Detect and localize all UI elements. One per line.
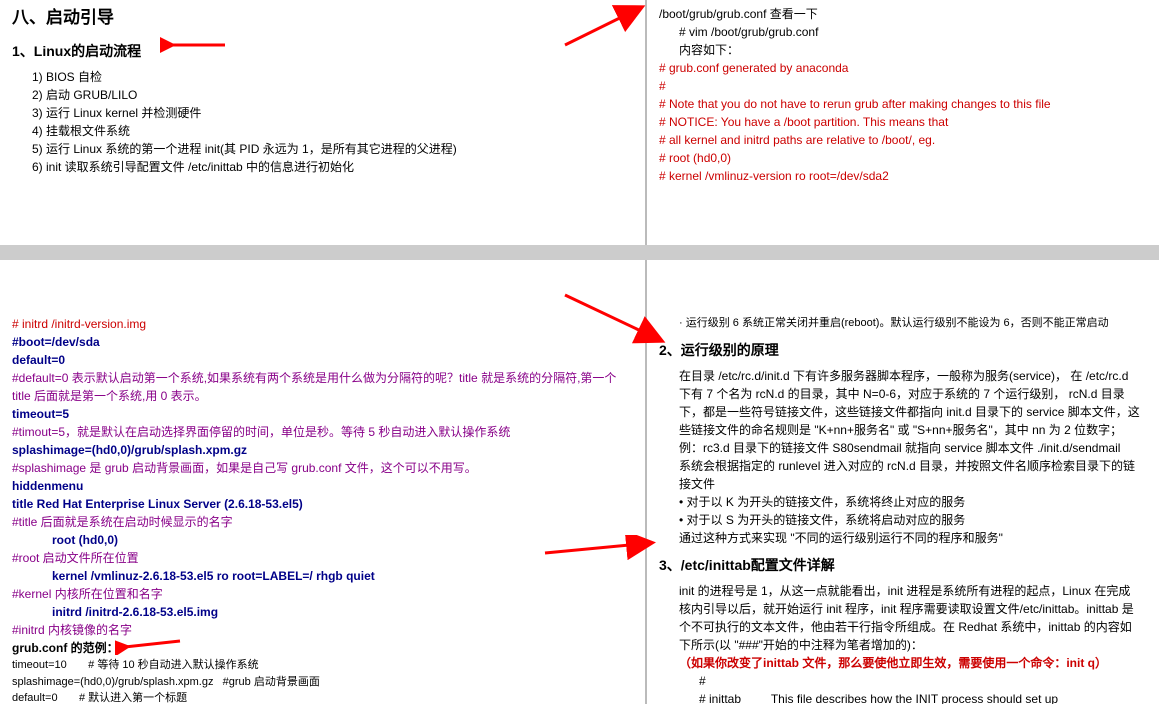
q3-b3: timeout=5 (12, 405, 633, 423)
q3-ex1a: timeout=10 (12, 659, 67, 671)
q3-b10: grub.conf 的范例： (12, 639, 633, 657)
subsection-2: 2、运行级别的原理 (659, 340, 1140, 361)
q3-p2: #timout=5，就是默认在启动选择界面停留的时间，单位是秒。等待 5 秒自动… (12, 423, 633, 441)
q2-line-3: 内容如下： (659, 41, 1140, 59)
q3-p5: #root 启动文件所在位置 (12, 549, 633, 567)
q4-bul2: 对于以 S 为开头的链接文件，系统将启动对应的服务 (659, 511, 1140, 529)
q3-ex3: default=0 # 默认进入第一个标题 (12, 690, 633, 704)
q2-red-1: # grub.conf generated by anaconda (659, 59, 1140, 77)
subsection-1: 1、Linux的启动流程 (12, 41, 633, 62)
q3-ex1: timeout=10 # 等待 10 秒自动进入默认操作系统 (12, 657, 633, 674)
q3-b2: default=0 (12, 351, 633, 369)
q2-line-2: # vim /boot/grub/grub.conf (659, 23, 1140, 41)
step-4: 4) 挂载根文件系统 (32, 122, 633, 140)
quadrant-top-left: 八、启动引导 1、Linux的启动流程 1) BIOS 自检 2) 启动 GRU… (0, 0, 645, 245)
page-divider-horizontal (0, 245, 1159, 260)
step-3: 3) 运行 Linux kernel 并检测硬件 (32, 104, 633, 122)
q3-b9: initrd /initrd-2.6.18-53.el5.img (12, 603, 633, 621)
step-6: 6) init 读取系统引导配置文件 /etc/inittab 中的信息进行初始… (32, 158, 633, 176)
q3-ex3b: # 默认进入第一个标题 (79, 692, 187, 704)
q3-b8: kernel /vmlinuz-2.6.18-53.el5 ro root=LA… (12, 567, 633, 585)
q3-b7: root (hd0,0) (12, 531, 633, 549)
q4-bul1: 对于以 K 为开头的链接文件，系统将终止对应的服务 (659, 493, 1140, 511)
q3-p6: #kernel 内核所在位置和名字 (12, 585, 633, 603)
q4-para4: 通过这种方式来实现 "不同的运行级别运行不同的程序和服务" (659, 529, 1140, 547)
q4-para5: init 的进程号是 1，从这一点就能看出，init 进程是系统所有进程的起点，… (659, 582, 1140, 654)
q4-i2b: This file describes how the INIT process… (771, 692, 1058, 704)
q4-i2a: # inittab (699, 692, 741, 704)
quadrant-bottom-right: · 运行级别 6 系统正常关闭并重启(reboot)。默认运行级别不能设为 6，… (647, 310, 1152, 704)
q3-p1: #default=0 表示默认启动第一个系统,如果系统有两个系统是用什么做为分隔… (12, 369, 633, 405)
q3-p3: #splashimage 是 grub 启动背景画面，如果是自己写 grub.c… (12, 459, 633, 477)
q3-b4: splashimage=(hd0,0)/grub/splash.xpm.gz (12, 441, 633, 459)
q2-red-4: # NOTICE: You have a /boot partition. Th… (659, 113, 1140, 131)
subsection-3: 3、/etc/inittab配置文件详解 (659, 555, 1140, 576)
quadrant-bottom-left: # initrd /initrd-version.img #boot=/dev/… (0, 310, 645, 704)
q3-ex2b: #grub 启动背景画面 (223, 676, 320, 688)
q4-i1: # (659, 672, 1140, 690)
q2-line-1: /boot/grub/grub.conf 查看一下 (659, 5, 1140, 23)
section-title-8: 八、启动引导 (12, 5, 633, 31)
q2-red-5: # all kernel and initrd paths are relati… (659, 131, 1140, 149)
q4-para3: 系统会根据指定的 runlevel 进入对应的 rcN.d 目录，并按照文件名顺… (659, 457, 1140, 493)
q3-ex2: splashimage=(hd0,0)/grub/splash.xpm.gz #… (12, 674, 633, 691)
q4-i2: # inittab This file describes how the IN… (659, 690, 1140, 704)
step-1: 1) BIOS 自检 (32, 68, 633, 86)
step-5: 5) 运行 Linux 系统的第一个进程 init(其 PID 永远为 1，是所… (32, 140, 633, 158)
q3-b1: #boot=/dev/sda (12, 333, 633, 351)
q3-p4: #title 后面就是系统在启动时候显示的名字 (12, 513, 633, 531)
q3-b5: hiddenmenu (12, 477, 633, 495)
step-2: 2) 启动 GRUB/LILO (32, 86, 633, 104)
q3-b6: title Red Hat Enterprise Linux Server (2… (12, 495, 633, 513)
q4-redline: （如果你改变了inittab 文件，那么要使他立即生效，需要使用一个命令：ini… (659, 654, 1140, 672)
q2-red-2: # (659, 77, 1140, 95)
quadrant-top-right: /boot/grub/grub.conf 查看一下 # vim /boot/gr… (647, 0, 1152, 245)
q4-para1: 在目录 /etc/rc.d/init.d 下有许多服务器脚本程序，一般称为服务(… (659, 367, 1140, 439)
q3-ex1b: # 等待 10 秒自动进入默认操作系统 (88, 659, 259, 671)
q3-ex3a: default=0 (12, 692, 58, 704)
q3-p7: #initrd 内核镜像的名字 (12, 621, 633, 639)
q2-red-3: # Note that you do not have to rerun gru… (659, 95, 1140, 113)
q4-para2: 例：rc3.d 目录下的链接文件 S80sendmail 就指向 service… (659, 439, 1140, 457)
q2-red-7: # kernel /vmlinuz-version ro root=/dev/s… (659, 167, 1140, 185)
q2-red-6: # root (hd0,0) (659, 149, 1140, 167)
q3-ex2a: splashimage=(hd0,0)/grub/splash.xpm.gz (12, 676, 213, 688)
q4-note: · 运行级别 6 系统正常关闭并重启(reboot)。默认运行级别不能设为 6，… (659, 315, 1140, 332)
q3-red-1: # initrd /initrd-version.img (12, 315, 633, 333)
